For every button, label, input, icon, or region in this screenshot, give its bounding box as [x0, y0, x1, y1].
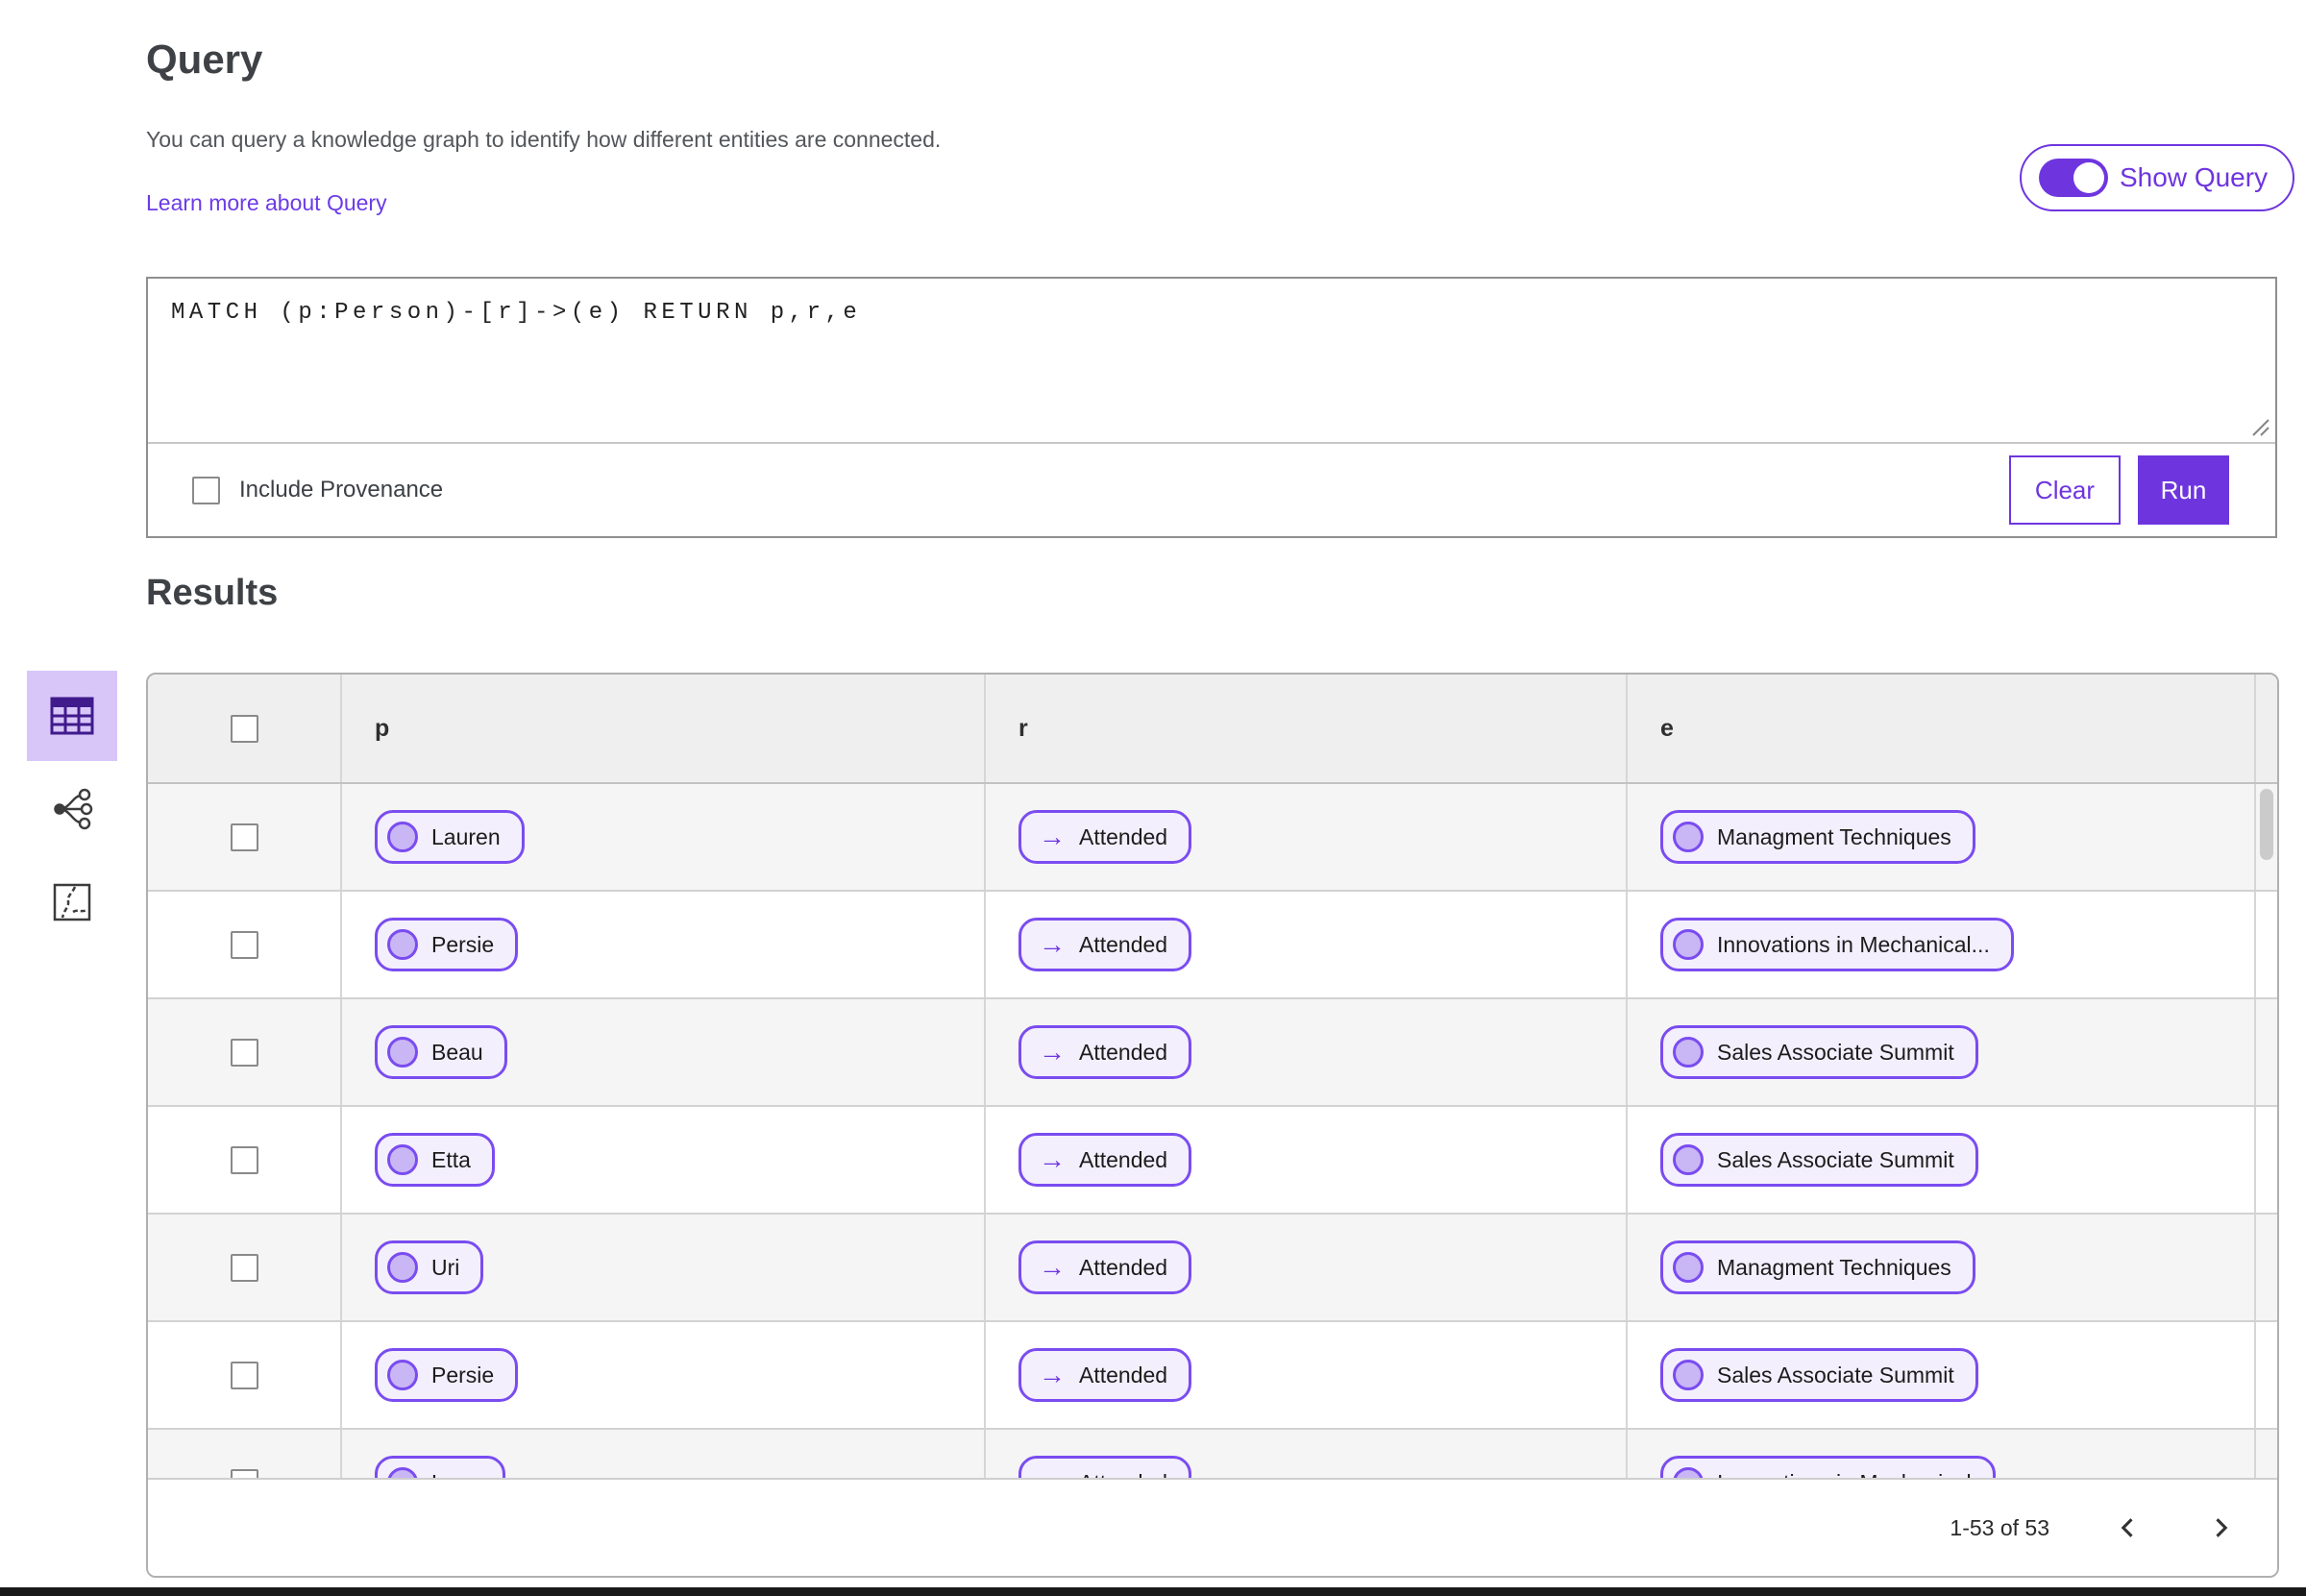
query-text[interactable]: MATCH (p:Person)-[r]->(e) RETURN p,r,e — [171, 300, 861, 326]
table-row[interactable]: Uri → Attended Managment Techniques — [148, 1215, 2277, 1322]
chevron-right-icon — [2216, 1518, 2228, 1537]
entity-pill-p[interactable]: Lauren — [375, 810, 525, 864]
relationship-pill[interactable]: → Attended — [1018, 1348, 1192, 1402]
relationship-arrow-icon: → — [1039, 929, 1066, 959]
entity-pill-e[interactable]: Sales Associate Summit — [1660, 1348, 1978, 1402]
table-row[interactable]: Larry → Attended Innovations in Mechanic… — [148, 1430, 2277, 1480]
relationship-arrow-icon: → — [1039, 1252, 1066, 1282]
view-switcher — [27, 671, 117, 950]
vertical-scrollbar[interactable] — [2260, 789, 2273, 860]
clear-button[interactable]: Clear — [2009, 455, 2121, 525]
relationship-pill[interactable]: → Attended — [1018, 1456, 1192, 1480]
table-row[interactable]: Beau → Attended Sales Associate Summit — [148, 999, 2277, 1107]
column-header-e: e — [1626, 675, 2254, 782]
entity-node-icon — [1673, 822, 1704, 852]
query-page: Query You can query a knowledge graph to… — [0, 0, 2306, 1596]
entity-pill-e[interactable]: Managment Techniques — [1660, 810, 1975, 864]
entity-node-icon — [1673, 1144, 1704, 1175]
select-all-checkbox[interactable] — [230, 714, 258, 743]
table-row[interactable]: Etta → Attended Sales Associate Summit — [148, 1107, 2277, 1215]
table-header-row: p r e — [148, 675, 2277, 784]
relationship-pill[interactable]: → Attended — [1018, 918, 1192, 971]
row-checkbox[interactable] — [230, 1038, 258, 1067]
table-row[interactable]: Lauren → Attended Managment Techniques — [148, 784, 2277, 892]
query-panel: MATCH (p:Person)-[r]->(e) RETURN p,r,e I… — [146, 277, 2277, 538]
toggle-on-icon[interactable] — [2039, 159, 2108, 197]
table-row[interactable]: Persie → Attended Sales Associate Summit — [148, 1322, 2277, 1430]
relationship-pill[interactable]: → Attended — [1018, 1240, 1192, 1294]
graph-view-button[interactable] — [27, 764, 117, 854]
show-query-toggle[interactable]: Show Query — [2020, 144, 2295, 211]
relationship-arrow-icon: → — [1039, 1037, 1066, 1067]
relationship-arrow-icon: → — [1039, 1360, 1066, 1389]
entity-pill-p[interactable]: Persie — [375, 1348, 519, 1402]
entity-node-icon — [387, 1360, 418, 1390]
table-view-icon — [50, 697, 94, 735]
entity-node-icon — [1673, 1037, 1704, 1068]
results-table: p r e Lauren → Attended Managment Techni… — [146, 673, 2279, 1578]
chevron-left-icon — [2121, 1518, 2133, 1537]
row-checkbox[interactable] — [230, 1361, 258, 1389]
relationship-pill[interactable]: → Attended — [1018, 1133, 1192, 1187]
entity-node-icon — [387, 822, 418, 852]
learn-more-link[interactable]: Learn more about Query — [146, 190, 387, 216]
entity-pill-p[interactable]: Larry — [375, 1456, 506, 1480]
column-header-p: p — [340, 675, 984, 782]
entity-node-icon — [1673, 1252, 1704, 1283]
row-checkbox[interactable] — [230, 1145, 258, 1174]
entity-pill-e[interactable]: Sales Associate Summit — [1660, 1133, 1978, 1187]
include-provenance-checkbox[interactable]: Include Provenance — [192, 444, 443, 536]
table-view-button[interactable] — [27, 671, 117, 761]
entity-pill-e[interactable]: Innovations in Mechanical... — [1660, 918, 2014, 971]
include-provenance-label: Include Provenance — [239, 477, 444, 503]
pagination-bar: 1-53 of 53 — [148, 1478, 2277, 1576]
run-button[interactable]: Run — [2138, 455, 2229, 525]
previous-page-button[interactable] — [2115, 1514, 2142, 1541]
relationship-arrow-icon: → — [1039, 822, 1066, 851]
window-bottom-edge — [0, 1587, 2306, 1596]
show-query-label: Show Query — [2120, 162, 2269, 192]
entity-node-icon — [387, 1252, 418, 1283]
entity-pill-p[interactable]: Beau — [375, 1025, 507, 1079]
toggle-knob — [2073, 162, 2104, 193]
page-description: You can query a knowledge graph to ident… — [146, 127, 942, 152]
graph-view-icon — [54, 788, 93, 830]
row-checkbox[interactable] — [230, 823, 258, 851]
next-page-button[interactable] — [2207, 1514, 2234, 1541]
checkbox-unchecked-icon[interactable] — [192, 476, 220, 504]
row-checkbox[interactable] — [230, 930, 258, 959]
query-input[interactable]: MATCH (p:Person)-[r]->(e) RETURN p,r,e — [148, 279, 2275, 444]
entity-pill-e[interactable]: Sales Associate Summit — [1660, 1025, 1978, 1079]
pagination-range: 1-53 of 53 — [1950, 1514, 2049, 1540]
table-row[interactable]: Persie → Attended Innovations in Mechani… — [148, 892, 2277, 999]
entity-node-icon — [387, 929, 418, 960]
results-heading: Results — [146, 573, 279, 613]
table-body: Lauren → Attended Managment Techniques P… — [148, 784, 2277, 1480]
entity-node-icon — [387, 1144, 418, 1175]
entity-pill-p[interactable]: Persie — [375, 918, 519, 971]
entity-pill-p[interactable]: Etta — [375, 1133, 495, 1187]
entity-node-icon — [1673, 929, 1704, 960]
map-view-button[interactable] — [27, 857, 117, 947]
row-checkbox[interactable] — [230, 1253, 258, 1282]
resize-handle-icon[interactable] — [2246, 413, 2271, 438]
relationship-pill[interactable]: → Attended — [1018, 1025, 1192, 1079]
entity-node-icon — [387, 1037, 418, 1068]
entity-pill-e[interactable]: Managment Techniques — [1660, 1240, 1975, 1294]
entity-pill-e[interactable]: Innovations in Mechanical — [1660, 1456, 1996, 1480]
column-header-r: r — [984, 675, 1626, 782]
map-view-icon — [53, 883, 91, 921]
entity-node-icon — [1673, 1360, 1704, 1390]
relationship-pill[interactable]: → Attended — [1018, 810, 1192, 864]
page-title: Query — [146, 37, 263, 82]
entity-pill-p[interactable]: Uri — [375, 1240, 484, 1294]
relationship-arrow-icon: → — [1039, 1144, 1066, 1174]
query-panel-footer: Include Provenance Clear Run — [148, 444, 2275, 536]
